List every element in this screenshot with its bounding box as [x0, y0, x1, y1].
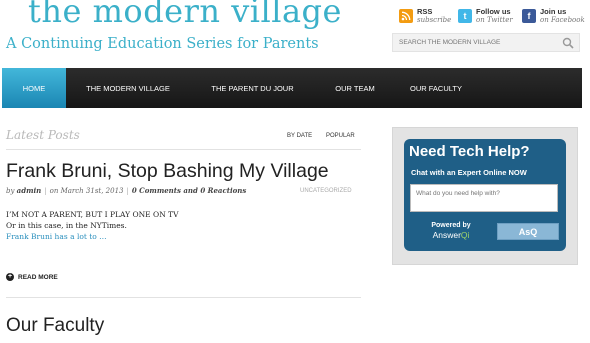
sort-popular[interactable]: POPULAR	[326, 133, 355, 139]
nav-our-faculty[interactable]: OUR FACULTY	[395, 68, 477, 108]
help-question-input[interactable]	[410, 184, 558, 212]
divider	[6, 149, 361, 150]
post-meta-by: by	[6, 187, 15, 195]
divider	[6, 297, 361, 298]
brand-answer: Answer	[432, 230, 461, 240]
section-title-our-faculty: Our Faculty	[6, 315, 105, 336]
rss-sub: subscribe	[417, 16, 452, 24]
twitter-icon: t	[458, 9, 472, 23]
post-excerpt-line: I’M NOT A PARENT, BUT I PLAY ONE ON TV	[6, 210, 179, 219]
post-author[interactable]: admin	[17, 186, 42, 195]
nav-our-team[interactable]: OUR TEAM	[315, 68, 395, 108]
powered-by-label: Powered by	[431, 222, 471, 229]
nav-home[interactable]: HOME	[2, 68, 66, 108]
post-comments[interactable]: 0 Comments and 0 Reactions	[132, 186, 246, 195]
post-date: on March 31st, 2013	[49, 187, 124, 195]
post-meta: by admin | on March 31st, 2013 | 0 Comments …	[6, 186, 247, 195]
brand-qi: Qi	[460, 230, 470, 240]
rss-link[interactable]: RSS subscribe	[399, 7, 451, 29]
search-icon[interactable]	[562, 37, 574, 49]
nav-the-parent-du-jour[interactable]: THE PARENT DU JOUR	[190, 68, 315, 108]
post-excerpt-link[interactable]: Frank Bruni has a lot to …	[6, 232, 107, 241]
widget-title: Need Tech Help?	[409, 143, 530, 160]
sort-by-date[interactable]: BY DATE	[287, 133, 312, 139]
facebook-link[interactable]: f Join us on Facebook	[522, 7, 585, 29]
search-box	[392, 33, 580, 52]
plus-icon: +	[6, 273, 14, 281]
post-title[interactable]: Frank Bruni, Stop Bashing My Village	[6, 160, 329, 183]
post-category[interactable]: UNCATEGORIZED	[300, 188, 352, 194]
rss-label: RSS	[417, 7, 433, 16]
asq-button[interactable]: AsQ	[497, 223, 559, 240]
facebook-label: Join us	[540, 7, 567, 16]
read-more-label: READ MORE	[18, 273, 58, 281]
twitter-sub: on Twitter	[476, 16, 513, 24]
latest-posts-heading: Latest Posts	[6, 128, 80, 142]
rss-icon	[399, 9, 413, 23]
search-input[interactable]	[393, 34, 559, 51]
nav-the-modern-village[interactable]: THE MODERN VILLAGE	[66, 68, 190, 108]
site-title[interactable]: the modern village	[28, 0, 342, 30]
twitter-link[interactable]: t Follow us on Twitter	[458, 7, 513, 29]
widget-subtitle: Chat with an Expert Online NOW	[411, 168, 527, 177]
main-nav: HOME THE MODERN VILLAGE THE PARENT DU JO…	[2, 68, 582, 108]
facebook-sub: on Facebook	[540, 16, 585, 24]
facebook-icon: f	[522, 9, 536, 23]
twitter-label: Follow us	[476, 7, 511, 16]
post-excerpt-line: Or in this case, in the NYTimes.	[6, 221, 127, 230]
read-more-link[interactable]: + READ MORE	[6, 273, 58, 281]
answerqi-logo: AnswerQi	[413, 230, 489, 240]
site-tagline: A Continuing Education Series for Parent…	[6, 36, 319, 52]
